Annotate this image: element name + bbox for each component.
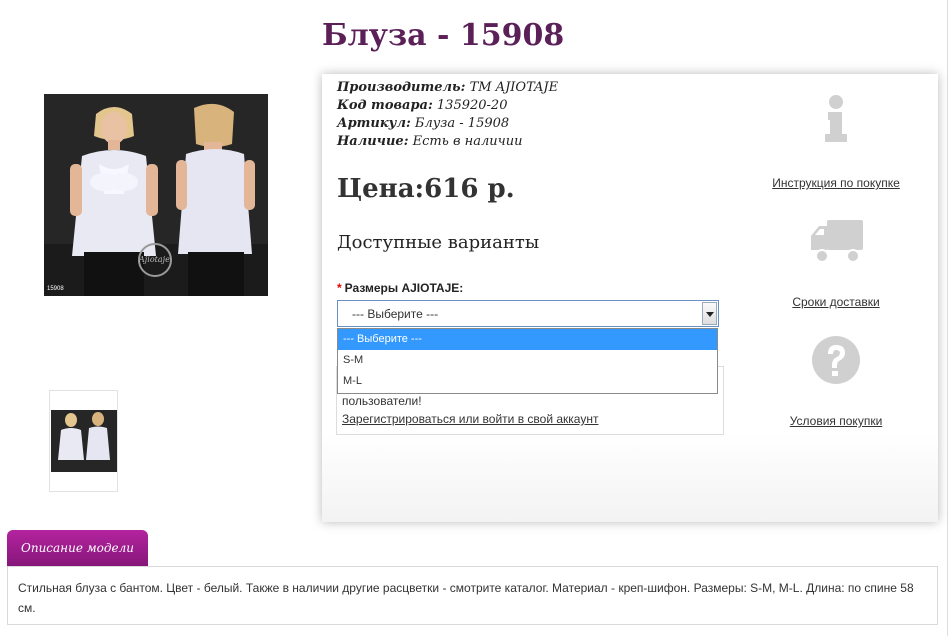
manufacturer-line: Производитель: ТМ AJIOTAJE [337,80,558,95]
product-code-label: Код товара: [337,98,433,113]
article-line: Артикул: Блуза - 15908 [337,116,509,131]
register-login-link[interactable]: Зарегистрироваться или войти в свой акка… [342,412,598,426]
delivery-link[interactable]: Сроки доставки [756,295,916,309]
question-icon[interactable] [810,334,862,386]
size-option-m-l[interactable]: M-L [338,371,717,392]
stock-line: Наличие: Есть в наличии [337,134,522,149]
stock-label: Наличие: [337,134,409,149]
manufacturer-label: Производитель: [337,80,466,95]
size-label: * Размеры AJIOTAJE: [337,281,463,295]
article-value: Блуза - 15908 [414,116,510,131]
login-hint: пользователи! [342,394,422,408]
terms-link[interactable]: Условия покупки [756,414,916,428]
size-label-text: Размеры AJIOTAJE: [344,281,464,295]
size-select[interactable]: --- Выберите --- [337,300,719,327]
description-text: Стильная блуза с бантом. Цвет - белый. Т… [18,581,914,615]
product-code-value: 135920-20 [436,98,508,113]
size-dropdown-list[interactable]: --- Выберите --- S-M M-L [337,328,718,394]
size-option-placeholder[interactable]: --- Выберите --- [338,329,717,350]
required-mark: * [337,281,342,295]
description-panel: Стильная блуза с бантом. Цвет - белый. Т… [7,566,938,625]
product-code-line: Код товара: 135920-20 [337,98,507,113]
stock-value: Есть в наличии [412,134,523,149]
thumbnail-photo [51,410,117,472]
variants-heading: Доступные варианты [337,232,540,253]
chevron-down-icon[interactable] [702,302,717,325]
article-label: Артикул: [337,116,411,131]
manufacturer-value: ТМ AJIOTAJE [469,80,559,95]
photo-watermark: Ajiotaje [139,255,170,264]
instruction-link[interactable]: Инструкция по покупке [756,176,916,190]
product-thumbnail[interactable] [51,410,117,472]
truck-icon[interactable] [809,218,865,264]
product-main-image[interactable]: Ajiotaje 15908 [44,94,268,296]
product-price: Цена:616 р. [337,174,515,204]
product-photo [44,94,268,296]
size-select-value: --- Выберите --- [352,307,439,321]
info-icon[interactable] [822,94,850,142]
tab-description[interactable]: Описание модели [7,530,148,566]
photo-code: 15908 [47,286,64,292]
size-option-s-m[interactable]: S-M [338,350,717,371]
page-title: Блуза - 15908 [322,18,565,53]
